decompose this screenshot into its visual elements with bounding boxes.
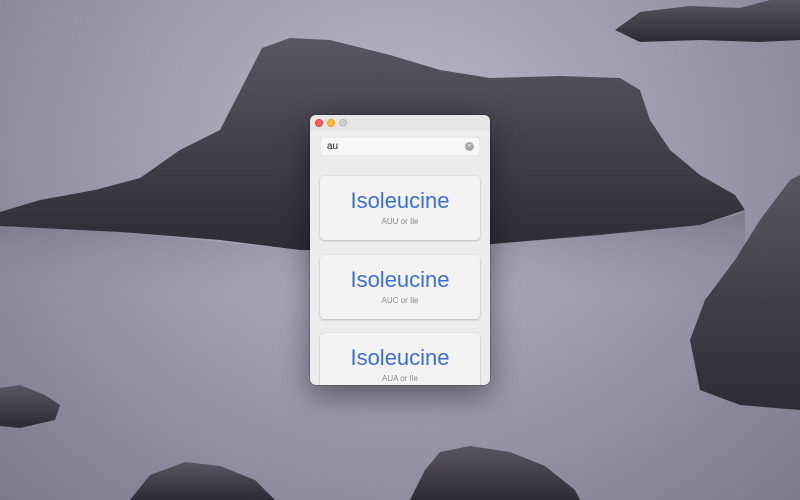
amino-acid-name: Isoleucine xyxy=(350,345,450,370)
amino-acid-name: Isoleucine xyxy=(350,188,450,213)
codon-label: AUA or Ile xyxy=(381,374,418,383)
codon-label: AUU or Ile xyxy=(381,217,419,226)
close-window-button[interactable] xyxy=(315,119,323,127)
clear-circle-icon[interactable]: × xyxy=(465,142,474,151)
minimize-window-button[interactable] xyxy=(327,119,335,127)
amino-acid-name: Isoleucine xyxy=(350,267,450,292)
zoom-window-button[interactable] xyxy=(339,119,347,127)
app-window: × Isoleucine AUU or Ile Isoleucine AUC o… xyxy=(310,115,490,385)
codon-label: AUC or Ile xyxy=(381,296,419,305)
results-list: Isoleucine AUU or Ile Isoleucine AUC or … xyxy=(310,171,490,385)
result-card[interactable]: Isoleucine AUA or Ile xyxy=(320,333,480,385)
result-card[interactable]: Isoleucine AUU or Ile xyxy=(320,176,480,240)
result-card[interactable]: Isoleucine AUC or Ile xyxy=(320,255,480,319)
search-field[interactable]: × xyxy=(320,137,480,156)
desktop-wallpaper: × Isoleucine AUU or Ile Isoleucine AUC o… xyxy=(0,0,800,500)
search-input[interactable] xyxy=(327,137,457,156)
title-bar[interactable] xyxy=(310,115,490,131)
